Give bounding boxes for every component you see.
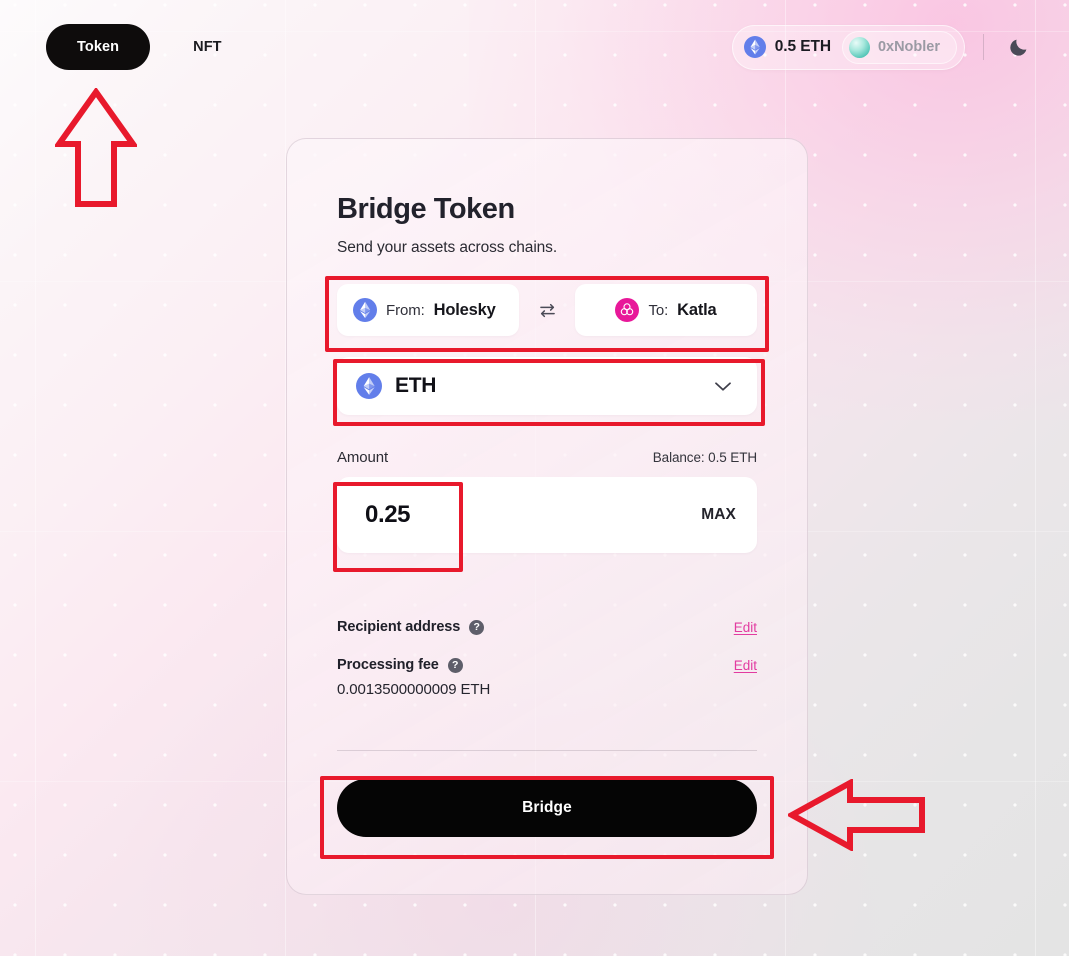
header-divider <box>983 34 984 60</box>
page-subtitle: Send your assets across chains. <box>337 239 558 256</box>
wallet-account-name: 0xNobler <box>877 39 940 55</box>
recipient-address-row: Recipient address ? Edit <box>337 615 757 639</box>
edit-processing-fee-link[interactable]: Edit <box>734 658 757 673</box>
ethereum-icon <box>743 36 766 58</box>
from-chain-selector[interactable]: From: Holesky <box>337 284 519 336</box>
bridge-submit-button[interactable]: Bridge <box>337 779 757 837</box>
from-chain-value: Holesky <box>433 300 496 319</box>
left-arrow-to-bridge-button <box>785 777 926 853</box>
wallet-pill[interactable]: 0.5 ETH 0xNobler <box>731 24 965 70</box>
question-mark-icon[interactable]: ? <box>469 619 485 635</box>
recipient-address-label: Recipient address <box>337 619 461 635</box>
app-header: Token NFT 0.5 ETH 0xNobler <box>0 0 1069 94</box>
ethereum-icon <box>353 298 377 322</box>
recipient-address-left: Recipient address ? <box>337 619 485 635</box>
amount-label: Amount <box>337 449 389 466</box>
card-divider <box>337 750 757 751</box>
transaction-details: Recipient address ? Edit Processing fee … <box>337 615 757 698</box>
wallet-account-chip[interactable]: 0xNobler <box>841 30 957 64</box>
swap-arrows-icon[interactable] <box>519 284 575 336</box>
balance-label: Balance: 0.5 ETH <box>652 450 757 465</box>
processing-fee-row: Processing fee ? Edit <box>337 653 757 677</box>
up-arrow-to-token-tab <box>53 86 139 210</box>
amount-input-row: MAX <box>337 477 757 553</box>
moon-icon[interactable] <box>1001 30 1035 64</box>
amount-header-row: Amount Balance: 0.5 ETH <box>337 449 757 466</box>
to-chain-value: Katla <box>677 300 717 319</box>
processing-fee-label: Processing fee <box>337 657 439 673</box>
tab-nft[interactable]: NFT <box>162 24 253 70</box>
bridge-card: Bridge Token Send your assets across cha… <box>286 138 808 895</box>
to-chain-label: To: <box>648 301 669 319</box>
chevron-down-icon[interactable] <box>710 373 736 399</box>
tab-token[interactable]: Token <box>46 24 151 70</box>
to-chain-selector[interactable]: To: Katla <box>575 284 757 336</box>
amount-input[interactable] <box>365 501 702 529</box>
nav-tabs: Token NFT <box>46 24 253 70</box>
processing-fee-left: Processing fee ? <box>337 657 463 673</box>
max-button[interactable]: MAX <box>701 506 736 524</box>
token-selector[interactable]: ETH <box>337 357 757 415</box>
question-mark-icon[interactable]: ? <box>447 657 463 673</box>
wallet-balance: 0.5 ETH <box>774 38 831 55</box>
edit-recipient-address-link[interactable]: Edit <box>734 620 757 635</box>
taiko-icon <box>615 298 640 322</box>
from-chain-label: From: <box>386 301 425 319</box>
ethereum-icon <box>356 373 382 399</box>
selected-token-symbol: ETH <box>395 374 437 397</box>
page-title: Bridge Token <box>337 193 515 225</box>
processing-fee-value: 0.0013500000009 ETH <box>337 681 491 698</box>
account-avatar-orb <box>848 36 870 58</box>
chain-selector-row: From: Holesky To: Katla <box>337 284 757 336</box>
